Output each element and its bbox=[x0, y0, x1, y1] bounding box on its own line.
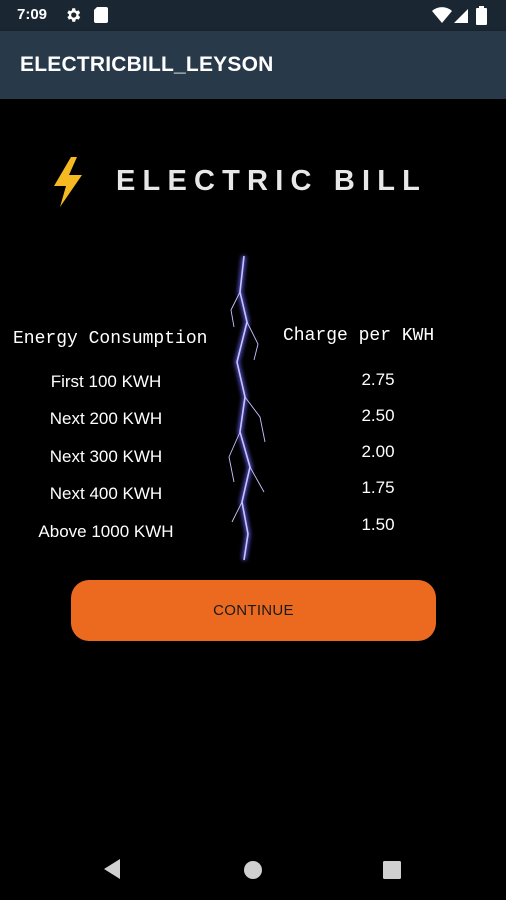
energy-tier-label: First 100 KWH bbox=[50, 372, 162, 391]
back-icon[interactable] bbox=[102, 858, 122, 885]
energy-tier-label: Next 200 KWH bbox=[49, 409, 163, 428]
signal-icon bbox=[453, 6, 469, 29]
charge-rate-value: 1.75 bbox=[361, 478, 395, 497]
continue-button[interactable]: CONTINUE bbox=[71, 580, 436, 641]
charge-rate-value: 1.50 bbox=[361, 515, 395, 534]
charge-rate-value: 2.50 bbox=[361, 406, 395, 425]
charge-rate-value: 2.00 bbox=[361, 442, 395, 461]
system-nav-bar bbox=[0, 840, 506, 900]
energy-tier-label: Next 300 KWH bbox=[49, 447, 163, 466]
energy-tier-label: Next 400 KWH bbox=[49, 484, 163, 503]
energy-tier-label: Above 1000 KWH bbox=[38, 522, 174, 541]
wifi-icon bbox=[432, 6, 452, 29]
lightning-bolt-icon bbox=[51, 157, 85, 212]
app-title: ELECTRICBILL_LEYSON bbox=[20, 53, 274, 76]
status-bar: 7:09 bbox=[0, 0, 506, 31]
recents-icon[interactable] bbox=[383, 861, 401, 884]
battery-icon bbox=[476, 6, 487, 30]
home-icon[interactable] bbox=[243, 860, 263, 885]
lightning-divider-image bbox=[220, 252, 270, 569]
sd-card-icon bbox=[93, 6, 109, 29]
charge-rate-value: 2.75 bbox=[361, 370, 395, 389]
status-time: 7:09 bbox=[17, 6, 48, 23]
app-bar: ELECTRICBILL_LEYSON bbox=[0, 31, 506, 99]
energy-consumption-header: Energy Consumption bbox=[13, 329, 208, 349]
charge-per-kwh-header: Charge per KWH bbox=[283, 326, 435, 346]
gear-icon bbox=[64, 6, 82, 29]
page-title: ELECTRIC BILL bbox=[116, 165, 428, 197]
